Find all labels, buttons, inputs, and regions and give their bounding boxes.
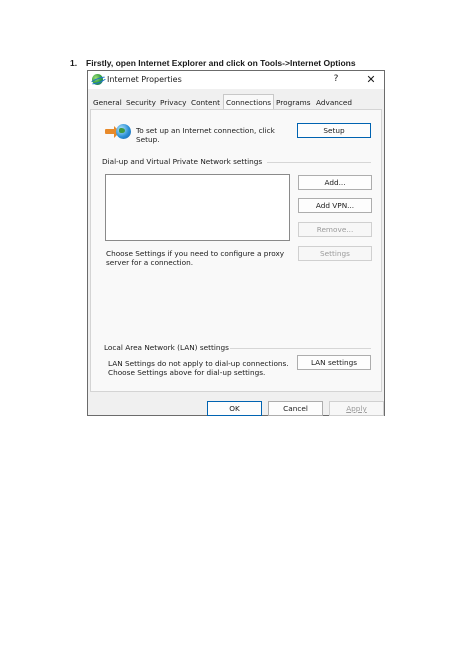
tab-content[interactable]: Content (189, 96, 222, 109)
apply-label: Apply (346, 404, 367, 413)
tab-general[interactable]: General (91, 96, 124, 109)
dialog-button-bar: OK Cancel Apply (88, 393, 384, 416)
apply-button[interactable]: Apply (329, 401, 384, 416)
internet-properties-dialog: Internet Properties ? ✕ General Security… (87, 70, 385, 416)
setup-button[interactable]: Setup (297, 123, 371, 138)
tab-privacy[interactable]: Privacy (158, 96, 188, 109)
internet-explorer-icon (92, 74, 103, 85)
add-vpn-button[interactable]: Add VPN... (298, 198, 372, 213)
proxy-text-line2: server for a connection. (106, 258, 194, 267)
instruction-step: 1. Firstly, open Internet Explorer and cl… (70, 58, 356, 68)
window-title: Internet Properties (107, 75, 182, 84)
settings-button[interactable]: Settings (298, 246, 372, 261)
dialup-divider (267, 162, 371, 163)
help-button[interactable]: ? (328, 73, 344, 86)
connections-listbox[interactable] (105, 174, 290, 241)
ok-button[interactable]: OK (207, 401, 262, 416)
step-text: Firstly, open Internet Explorer and clic… (86, 58, 356, 68)
lan-divider (230, 348, 371, 349)
connections-panel: To set up an Internet connection, click … (90, 109, 382, 392)
cancel-button[interactable]: Cancel (268, 401, 323, 416)
setup-text-line2: Setup. (136, 135, 160, 144)
step-number: 1. (70, 58, 78, 68)
globe-icon (116, 124, 131, 139)
remove-button[interactable]: Remove... (298, 222, 372, 237)
proxy-description: Choose Settings if you need to configure… (106, 249, 284, 267)
dialup-heading: Dial-up and Virtual Private Network sett… (102, 157, 263, 166)
tab-connections[interactable]: Connections (223, 94, 275, 110)
connection-wizard-icon (105, 122, 131, 142)
add-button[interactable]: Add... (298, 175, 372, 190)
lan-text-line1: LAN Settings do not apply to dial-up con… (108, 359, 289, 368)
title-bar[interactable]: Internet Properties ? ✕ (88, 71, 384, 89)
proxy-text-line1: Choose Settings if you need to configure… (106, 249, 285, 258)
setup-description: To set up an Internet connection, click … (136, 126, 275, 144)
close-button[interactable]: ✕ (362, 72, 380, 87)
tab-security[interactable]: Security (124, 96, 158, 109)
lan-text-line2: Choose Settings above for dial-up settin… (108, 368, 266, 377)
tab-advanced[interactable]: Advanced (314, 96, 354, 109)
lan-description: LAN Settings do not apply to dial-up con… (108, 359, 289, 377)
setup-text-line1: To set up an Internet connection, click (136, 126, 275, 135)
tab-programs[interactable]: Programs (274, 96, 313, 109)
lan-heading: Local Area Network (LAN) settings (104, 343, 229, 352)
lan-settings-button[interactable]: LAN settings (297, 355, 371, 370)
